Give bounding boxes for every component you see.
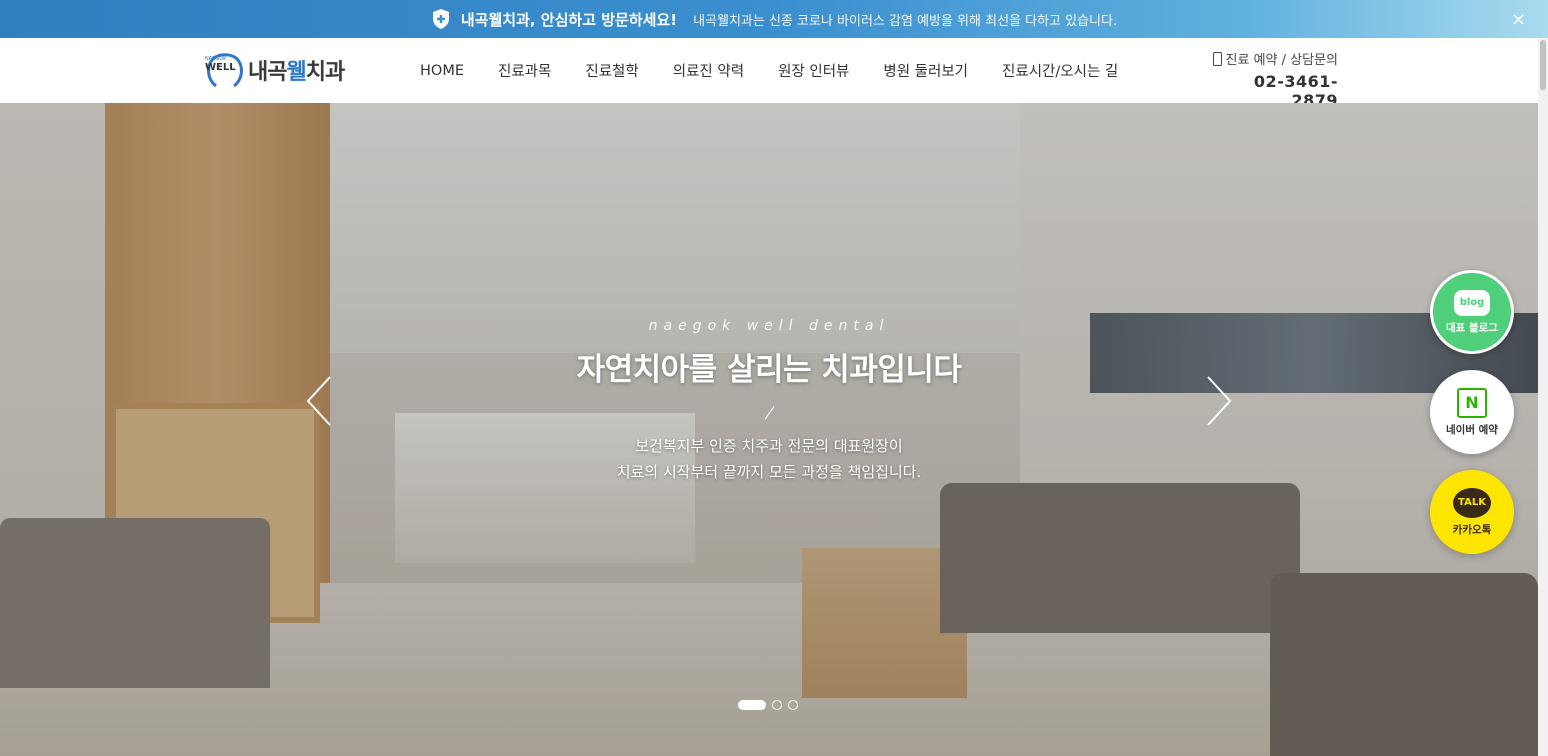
main-nav: HOME 진료과목 진료철학 의료진 약력 원장 인터뷰 병원 둘러보기 진료시… <box>420 38 1152 103</box>
nav-item-philosophy[interactable]: 진료철학 <box>585 60 638 81</box>
site-logo[interactable]: NAEGOK WELL 내곡웰치과 <box>202 50 345 90</box>
hero-slider: naegok well dental 자연치아를 살리는 치과입니다 보건복지부… <box>0 103 1538 756</box>
slider-dot-2[interactable] <box>772 700 782 710</box>
slider-prev-button[interactable] <box>302 373 338 429</box>
kakao-talk-icon: TALK <box>1453 487 1491 518</box>
nav-item-doctors[interactable]: 의료진 약력 <box>673 60 744 81</box>
logo-name: 내곡웰치과 <box>248 54 345 86</box>
slider-next-button[interactable] <box>1200 373 1236 429</box>
nav-item-hours-location[interactable]: 진료시간/오시는 길 <box>1002 60 1118 81</box>
contact-label-row: 진료 예약 / 상담문의 <box>1208 49 1338 68</box>
page-scrollbar[interactable] <box>1538 38 1548 756</box>
site-header: NAEGOK WELL 내곡웰치과 HOME 진료과목 진료철학 의료진 약력 … <box>0 38 1538 110</box>
hero-divider <box>764 406 774 420</box>
shield-plus-icon <box>432 9 449 29</box>
logo-name-prefix: 내곡 <box>248 60 287 85</box>
blog-icon: blog <box>1454 289 1490 316</box>
close-icon[interactable]: × <box>1511 9 1526 30</box>
notice-message: 내곡웰치과는 신종 코로나 바이러스 감염 예방을 위해 최선을 다하고 있습니… <box>693 13 1118 29</box>
hero-copy: naegok well dental 자연치아를 살리는 치과입니다 보건복지부… <box>469 318 1069 485</box>
notice-title: 내곡웰치과, 안심하고 방문하세요! <box>460 10 678 29</box>
quick-blog-button[interactable]: blog 대표 블로그 <box>1430 270 1514 354</box>
logo-name-suffix: 치과 <box>305 60 345 85</box>
quick-kakao-button[interactable]: TALK 카카오톡 <box>1430 470 1514 554</box>
contact-label: 진료 예약 / 상담문의 <box>1225 53 1338 68</box>
nav-item-home[interactable]: HOME <box>420 63 464 79</box>
slider-pagination <box>738 700 804 710</box>
logo-mark-well: WELL <box>205 62 236 73</box>
notice-bar: 내곡웰치과, 안심하고 방문하세요! 내곡웰치과는 신종 코로나 바이러스 감염… <box>0 0 1548 38</box>
scrollbar-thumb[interactable] <box>1540 40 1546 90</box>
mobile-phone-icon <box>1212 51 1222 66</box>
hero-desc-line-2: 치료의 시작부터 끝까지 모든 과정을 책임집니다. <box>616 463 922 481</box>
logo-name-accent: 웰 <box>286 60 306 85</box>
calendar-icon: N <box>1457 387 1487 418</box>
nav-item-treatments[interactable]: 진료과목 <box>498 60 551 81</box>
slider-dot-1[interactable] <box>738 700 766 710</box>
nav-item-interview[interactable]: 원장 인터뷰 <box>778 60 849 81</box>
hero-headline: 자연치아를 살리는 치과입니다 <box>576 352 962 388</box>
quick-naver-booking-button[interactable]: N 네이버 예약 <box>1430 370 1514 454</box>
chevron-left-icon <box>306 376 331 426</box>
hero-eyebrow: naegok well dental <box>648 318 890 334</box>
contact-box: 진료 예약 / 상담문의 02-3461-2879 <box>1208 49 1338 110</box>
slider-dot-3[interactable] <box>788 700 798 710</box>
tooth-logo-icon: NAEGOK WELL <box>205 53 243 88</box>
quick-blog-label: 대표 블로그 <box>1446 321 1498 334</box>
hero-desc-line-1: 보건복지부 인증 치주과 전문의 대표원장이 <box>635 437 903 455</box>
quick-naver-label: 네이버 예약 <box>1446 423 1498 436</box>
quick-kakao-label: 카카오톡 <box>1452 523 1492 536</box>
nav-item-tour[interactable]: 병원 둘러보기 <box>883 60 968 81</box>
hero-description: 보건복지부 인증 치주과 전문의 대표원장이 치료의 시작부터 끝까지 모든 과… <box>469 433 1069 485</box>
chevron-right-icon <box>1207 376 1232 426</box>
